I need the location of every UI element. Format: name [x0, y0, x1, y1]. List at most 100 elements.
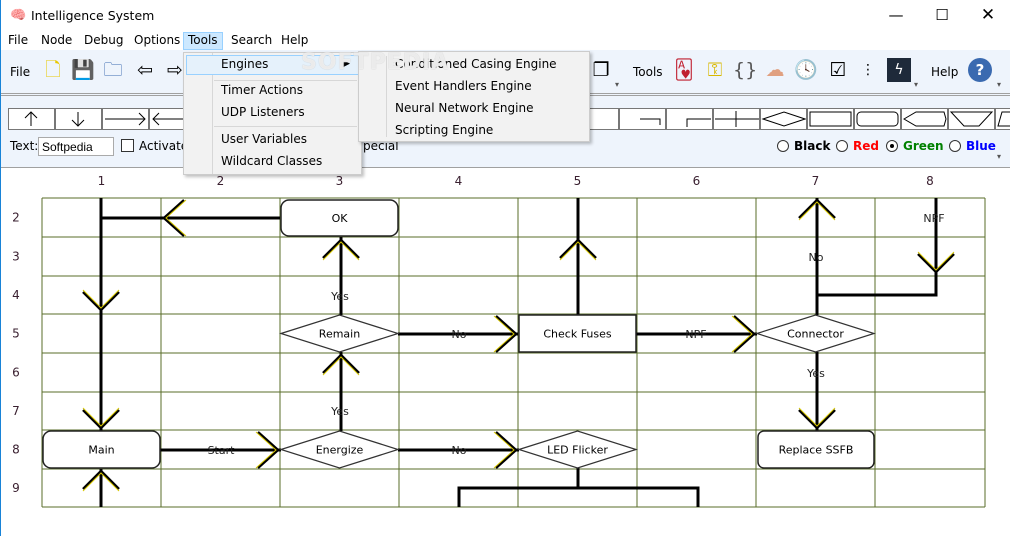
shape-button[interactable]	[901, 108, 948, 130]
radio-black[interactable]	[777, 140, 789, 152]
connector-line	[457, 486, 700, 507]
text-input[interactable]	[38, 137, 114, 156]
node-label: LED Flicker	[547, 444, 608, 457]
color-label-red: Red	[853, 139, 879, 153]
shape-button[interactable]	[666, 108, 713, 130]
shape-button[interactable]	[55, 108, 102, 130]
window-title: Intelligence System	[31, 8, 155, 23]
menu-bar: File Node Debug Options Tools Search Hel…	[1, 32, 1010, 50]
text-label: Text:	[10, 139, 39, 153]
grip-icon: ▾	[997, 80, 1002, 89]
column-label: 5	[574, 174, 582, 188]
column-label: 3	[336, 174, 344, 188]
engines-label: Engines	[221, 57, 269, 71]
column-label: 6	[693, 174, 701, 188]
brain-icon: 🧠	[10, 8, 27, 23]
menu-item-timer-actions[interactable]: Timer Actions	[186, 81, 359, 101]
column-label: 4	[455, 174, 463, 188]
shape-button[interactable]	[760, 108, 807, 130]
menu-tools[interactable]: Tools	[183, 32, 223, 50]
radio-blue[interactable]	[949, 140, 961, 152]
shape-button[interactable]	[995, 108, 1010, 130]
grip-icon: ▾	[997, 152, 1002, 161]
row-label: 2	[12, 211, 20, 225]
row-label: 4	[12, 288, 20, 302]
save-icon[interactable]: 💾	[71, 58, 95, 82]
edge-label: NPF	[685, 328, 706, 341]
edge-label: NPF	[923, 212, 944, 225]
menu-debug[interactable]: Debug	[80, 32, 127, 50]
shape-button[interactable]	[807, 108, 854, 130]
node-label: Replace SSFB	[779, 444, 854, 457]
menu-help[interactable]: Help	[277, 32, 312, 50]
menu-item-wildcard-classes[interactable]: Wildcard Classes	[186, 152, 359, 172]
shape-button[interactable]	[8, 108, 55, 130]
grip-icon: ▾	[914, 80, 919, 89]
menu-item-neural-network-engine[interactable]: Neural Network Engine	[361, 97, 587, 119]
tools-group-label: Tools	[633, 65, 663, 79]
row-label: 3	[12, 250, 20, 264]
edge-label: No	[809, 251, 824, 264]
edge-label: Yes	[806, 367, 825, 380]
shape-button[interactable]	[619, 108, 666, 130]
menu-file[interactable]: File	[4, 32, 32, 50]
shape-button[interactable]	[854, 108, 901, 130]
menu-item-user-variables[interactable]: User Variables	[186, 130, 359, 150]
flowchart[interactable]: 1 2 3 4 5 6 7 8 2 3 4 5 6 7 8 9 OK Remain Check Fuses Conne…	[1, 169, 1010, 536]
node-label: Connector	[787, 328, 844, 341]
node-label: OK	[332, 212, 349, 225]
menu-item-scripting-engine[interactable]: Scripting Engine	[361, 119, 587, 141]
menu-item-event-handlers-engine[interactable]: Event Handlers Engine	[361, 75, 587, 97]
lightning-icon[interactable]: ϟ	[887, 58, 911, 82]
column-label: 2	[217, 174, 225, 188]
close-button[interactable]: ✕	[965, 0, 1010, 32]
braces-icon[interactable]: {}	[733, 58, 757, 82]
watermark: SOFTPEDIA	[301, 50, 450, 75]
edge-label: Yes	[330, 290, 349, 303]
row-label: 8	[12, 443, 20, 457]
row-label: 6	[12, 366, 20, 380]
edge-label: Yes	[330, 405, 349, 418]
file-group-label: File	[10, 65, 31, 79]
checkbox-icon[interactable]: ☑	[826, 58, 850, 82]
column-label: 8	[926, 174, 934, 188]
radio-red[interactable]	[836, 140, 848, 152]
back-icon[interactable]: ⇦	[133, 58, 157, 82]
row-label: 5	[12, 327, 20, 341]
minimize-button[interactable]: —	[873, 0, 919, 32]
cards-icon[interactable]: 🂱	[672, 58, 696, 82]
edge-label: No	[452, 328, 467, 341]
node-label: Energize	[316, 444, 364, 457]
menu-options[interactable]: Options	[130, 32, 184, 50]
radio-green[interactable]	[886, 140, 898, 152]
title-bar: 🧠 Intelligence System — ☐ ✕	[1, 0, 1010, 32]
network-icon[interactable]: ⋮	[856, 58, 880, 82]
connector-line	[817, 198, 938, 297]
shape-button[interactable]	[948, 108, 995, 130]
edge-label: Start	[208, 444, 236, 457]
clock-icon[interactable]: 🕓	[794, 58, 818, 82]
activated-checkbox[interactable]	[121, 139, 134, 152]
color-label-green: Green	[903, 139, 944, 153]
menu-item-udp-listeners[interactable]: UDP Listeners	[186, 103, 359, 123]
brain-udp-icon[interactable]: ☁	[763, 58, 787, 82]
open-icon[interactable]: 🗀	[101, 58, 125, 82]
color-label-black: Black	[794, 139, 831, 153]
node-label: Check Fuses	[543, 328, 612, 341]
row-label: 7	[12, 404, 20, 418]
diagram-canvas[interactable]: 1 2 3 4 5 6 7 8 2 3 4 5 6 7 8 9 OK Remain Check Fuses Conne…	[1, 169, 1010, 536]
color-label-blue: Blue	[966, 139, 996, 153]
help-group-label: Help	[931, 65, 959, 79]
menu-separator	[214, 126, 357, 127]
maximize-button[interactable]: ☐	[919, 0, 965, 32]
menu-search[interactable]: Search	[227, 32, 276, 50]
shape-button[interactable]	[713, 108, 760, 130]
node-label: Remain	[319, 328, 360, 341]
windows-icon[interactable]: ❐	[589, 58, 613, 82]
menu-node[interactable]: Node	[37, 32, 76, 50]
new-icon[interactable]: 🗋	[41, 58, 65, 82]
key-icon[interactable]: ⚿	[703, 58, 727, 82]
shape-button[interactable]	[102, 108, 149, 130]
help-icon[interactable]: ?	[968, 58, 992, 82]
node-label: Main	[88, 444, 114, 457]
